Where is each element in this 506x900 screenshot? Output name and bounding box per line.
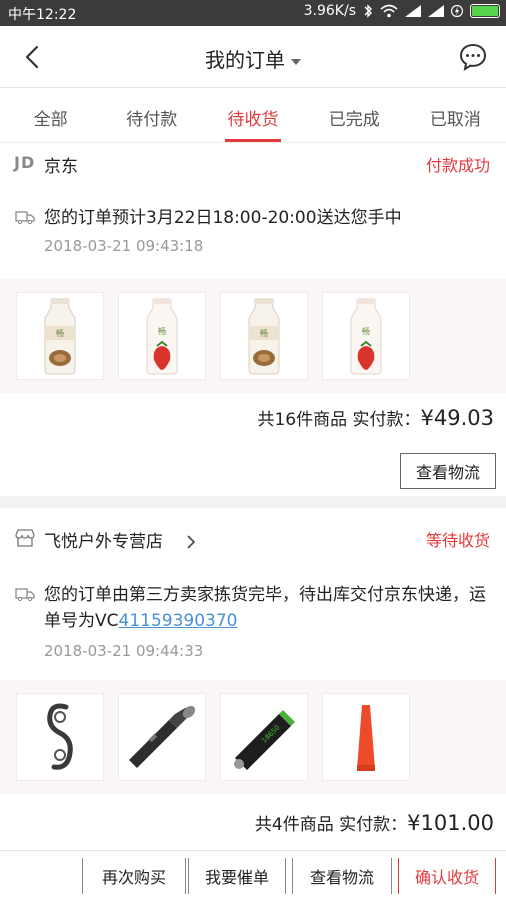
view-logistics-button[interactable]: 查看物流 xyxy=(400,453,496,489)
delivery-message: 您的订单由第三方卖家拣货完毕，待出库交付京东快递，运单号为VC411593903… xyxy=(44,582,492,634)
delivery-time: 2018-03-21 09:43:18 xyxy=(44,237,204,255)
delivery-info[interactable]: 您的订单由第三方卖家拣货完毕，待出库交付京东快递，运单号为VC411593903… xyxy=(0,582,506,666)
status-bar: 中午12:22 3.96K/s xyxy=(0,0,506,26)
battery-cell-icon: 18650 xyxy=(234,710,295,770)
tab-pending-receipt[interactable]: 待收货 xyxy=(202,89,303,142)
svg-text:畅: 畅 xyxy=(56,328,64,338)
product-thumb[interactable] xyxy=(322,693,410,781)
order-tabs: 全部 待付款 待收货 已完成 已取消 xyxy=(0,89,506,143)
delivery-message: 您的订单预计3月22日18:00-20:00送达您手中 xyxy=(44,208,402,228)
product-thumb[interactable]: 畅 xyxy=(322,292,410,380)
order-status: 付款成功 xyxy=(425,156,490,175)
shop-row[interactable]: 飞悦户外专营店 等待收货 xyxy=(0,518,506,558)
bluetooth-icon xyxy=(364,4,372,18)
red-wand-icon xyxy=(357,705,375,771)
network-speed: 3.96K/s xyxy=(303,3,356,19)
order-price: ¥49.03 xyxy=(420,406,494,430)
store-icon xyxy=(15,529,35,547)
walnut-yogurt-bottle-icon: 畅 xyxy=(44,298,76,375)
truck-icon xyxy=(15,588,35,602)
goods-list[interactable]: 畅 畅 畅 畅 xyxy=(0,279,506,393)
nav-bar: 我的订单 xyxy=(0,26,506,88)
delivery-info[interactable]: 您的订单预计3月22日18:00-20:00送达您手中 2018-03-21 0… xyxy=(0,205,506,265)
tab-pending-payment[interactable]: 待付款 xyxy=(101,89,202,142)
shop-name: 京东 xyxy=(44,157,78,177)
flashlight-icon xyxy=(129,705,196,768)
walnut-yogurt-bottle-icon: 畅 xyxy=(248,298,280,375)
chevron-right-icon xyxy=(187,535,196,549)
delivery-time: 2018-03-21 09:44:33 xyxy=(44,642,204,660)
shop-name: 飞悦户外专营店 xyxy=(44,532,163,552)
goods-list[interactable]: 18650 xyxy=(0,680,506,794)
signal-icon xyxy=(428,5,444,17)
jd-logo: JD xyxy=(14,153,36,172)
product-thumb[interactable]: 畅 xyxy=(220,292,308,380)
order-summary: 共16件商品 实付款：¥49.03 xyxy=(257,405,494,430)
svg-text:畅: 畅 xyxy=(260,328,268,338)
product-thumb[interactable]: 畅 xyxy=(16,292,104,380)
item-count: 共16件商品 xyxy=(257,410,348,430)
buy-again-button[interactable]: 再次购买 xyxy=(82,858,186,894)
status-time: 中午12:22 xyxy=(8,7,77,23)
s-carabiner-icon xyxy=(47,703,73,770)
view-logistics-button[interactable]: 查看物流 xyxy=(292,858,392,894)
strawberry-yogurt-bottle-icon: 畅 xyxy=(350,298,382,375)
order-card[interactable]: JD 京东 付款成功 您的订单预计3月22日18:00-20:00送达您手中 2… xyxy=(0,143,506,496)
confirm-receipt-button[interactable]: 确认收货 xyxy=(398,858,496,894)
order-status: 等待收货 xyxy=(425,531,490,550)
svg-text:畅: 畅 xyxy=(158,326,166,336)
page-title-text: 我的订单 xyxy=(205,48,285,72)
shop-row[interactable]: JD 京东 付款成功 xyxy=(0,143,506,183)
item-count: 共4件商品 xyxy=(254,815,334,835)
product-thumb[interactable]: 18650 xyxy=(220,693,308,781)
wifi-icon xyxy=(380,4,398,18)
paid-label: 实付款： xyxy=(339,815,408,835)
urge-order-button[interactable]: 我要催单 xyxy=(188,858,286,894)
paid-label: 实付款： xyxy=(352,410,421,430)
tracking-number-link[interactable]: 41159390370 xyxy=(119,611,238,631)
battery-icon xyxy=(470,4,500,18)
product-thumb[interactable]: 畅 xyxy=(118,292,206,380)
svg-text:畅: 畅 xyxy=(362,326,370,336)
truck-icon xyxy=(15,211,35,225)
dropdown-caret-icon xyxy=(291,58,301,65)
tab-all[interactable]: 全部 xyxy=(0,89,101,142)
order-price: ¥101.00 xyxy=(407,811,494,835)
order-summary: 共4件商品 实付款：¥101.00 xyxy=(255,810,494,835)
strawberry-yogurt-bottle-icon: 畅 xyxy=(146,298,178,375)
delivery-message-text: 您的订单由第三方卖家拣货完毕，待出库交付京东快递，运单号为VC xyxy=(44,585,486,631)
order-card[interactable]: 飞悦户外专营店 等待收货 您的订单由第三方卖家拣货完毕，待出库交付京东快递，运单… xyxy=(0,508,506,850)
battery-level xyxy=(472,6,498,16)
section-divider xyxy=(0,496,506,508)
tab-completed[interactable]: 已完成 xyxy=(304,89,405,142)
charging-icon xyxy=(451,4,463,18)
message-bubble-icon[interactable] xyxy=(458,42,488,72)
product-thumb[interactable] xyxy=(118,693,206,781)
bottom-action-bar: 再次购买 我要催单 查看物流 确认收货 xyxy=(0,850,506,900)
signal-icon xyxy=(405,5,421,17)
tab-cancelled[interactable]: 已取消 xyxy=(405,89,506,142)
product-thumb[interactable] xyxy=(16,693,104,781)
page-title[interactable]: 我的订单 xyxy=(0,44,506,73)
